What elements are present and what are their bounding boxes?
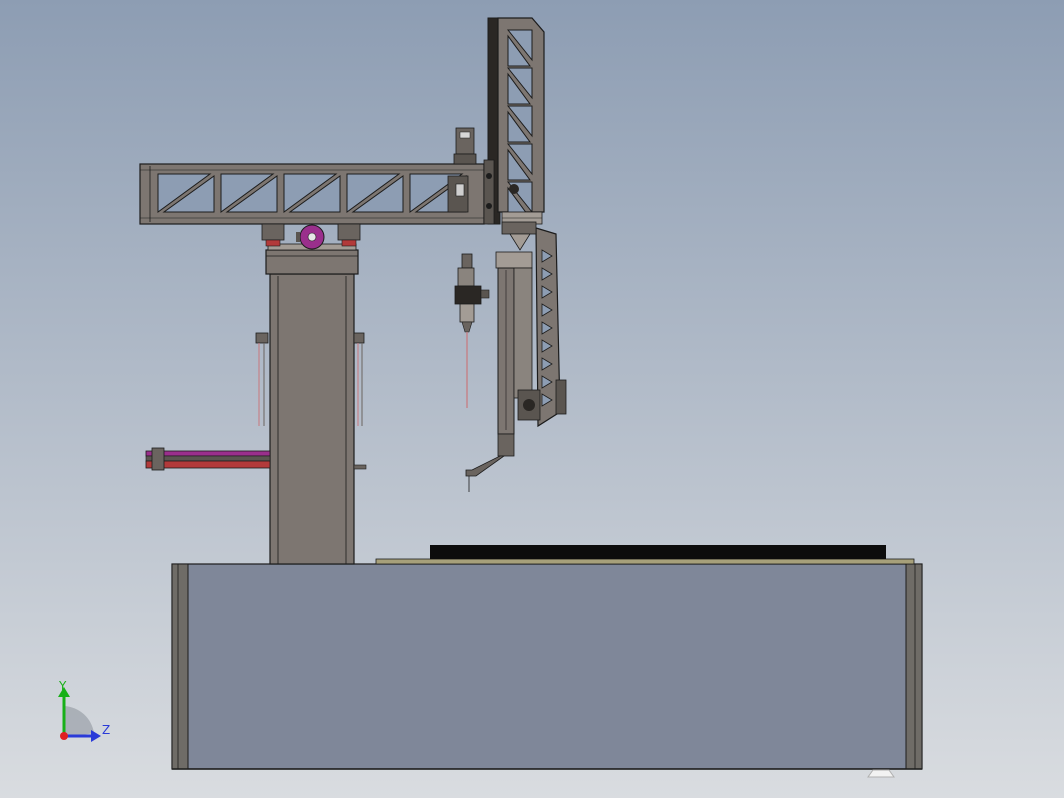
- beam-carriage[interactable]: [261, 223, 361, 250]
- work-table[interactable]: [375, 545, 915, 565]
- horizontal-truss-beam[interactable]: [139, 163, 485, 225]
- column-small-bracket: [353, 464, 367, 470]
- triad-z-label: Z: [102, 723, 110, 737]
- triad-y-label: Y: [58, 679, 67, 693]
- cable-rail[interactable]: [145, 447, 271, 471]
- base-cabinet[interactable]: [171, 563, 923, 770]
- leveling-foot: [867, 769, 895, 778]
- support-column[interactable]: [265, 243, 359, 565]
- cad-viewport[interactable]: Y Z: [0, 0, 1064, 798]
- servo-motor-top[interactable]: [453, 127, 477, 165]
